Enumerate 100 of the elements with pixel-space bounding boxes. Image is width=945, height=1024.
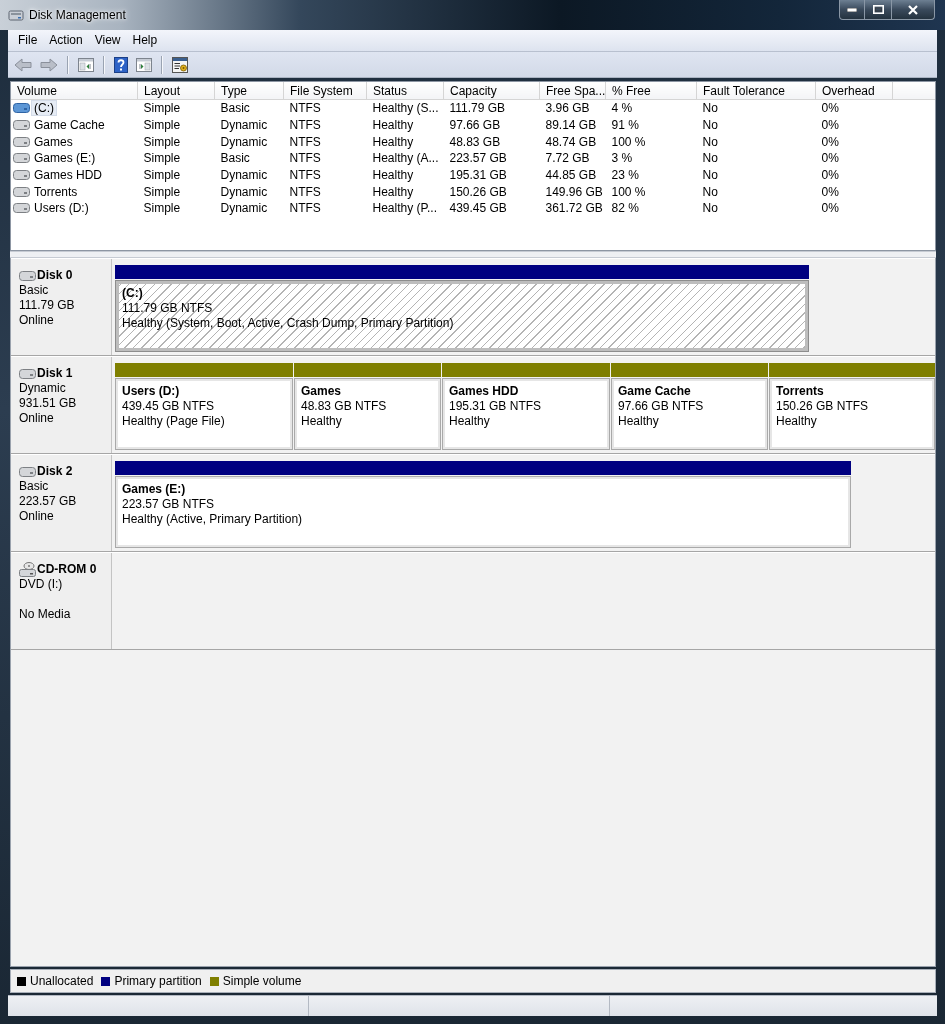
table-cell-text: NTFS <box>288 117 322 134</box>
table-cell-text: Simple <box>142 167 182 184</box>
cd-drive-icon <box>19 562 36 577</box>
column-header[interactable]: Fault Tolerance <box>696 82 816 100</box>
table-cell: Healthy (S... <box>366 99 444 117</box>
partition-size: 48.83 GB NTFS <box>301 399 388 414</box>
partition-box[interactable]: Users (D:) 439.45 GB NTFS Healthy (Page File) <box>115 378 293 450</box>
table-cell-text: 91 % <box>610 117 640 134</box>
panel-icon[interactable] <box>136 57 152 72</box>
menu-item[interactable]: File <box>12 31 44 50</box>
partition-size: 111.79 GB NTFS <box>122 301 214 316</box>
minimize-button[interactable] <box>839 0 865 20</box>
legend-label: Unallocated <box>30 974 94 988</box>
column-header[interactable]: Layout <box>137 82 215 100</box>
drive-icon <box>19 368 36 379</box>
disk-size: 223.57 GB <box>19 494 78 509</box>
table-cell-text: Simple <box>142 150 182 167</box>
menu-item[interactable]: View <box>88 31 127 50</box>
table-cell-text: Dynamic <box>219 167 269 184</box>
table-cell-text: NTFS <box>288 200 322 217</box>
table-cell: 3.96 GB <box>539 99 606 117</box>
panel-icon[interactable] <box>78 57 94 72</box>
drive-icon <box>13 136 30 147</box>
partition-name: Games <box>301 384 343 399</box>
table-cell[interactable]: Torrents <box>31 183 81 200</box>
table-cell: Simple <box>137 99 215 117</box>
help-icon[interactable] <box>114 56 128 73</box>
partition-box[interactable]: Games 48.83 GB NTFS Healthy <box>294 378 441 450</box>
table-cell-text: 150.26 GB <box>448 183 508 201</box>
table-cell-text: 100 % <box>610 133 647 151</box>
column-header[interactable]: Capacity <box>443 82 540 100</box>
column-header[interactable]: Status <box>366 82 444 100</box>
table-cell-text: No <box>701 183 719 201</box>
table-cell-text: 89.14 GB <box>544 117 598 134</box>
table-cell: 111.79 GB <box>443 99 540 117</box>
column-header[interactable]: Overhead <box>815 82 893 100</box>
disk-name: Disk 1 <box>37 366 73 381</box>
partition-status: Healthy (Active, Primary Partition) <box>122 512 304 527</box>
table-cell: NTFS <box>283 99 367 117</box>
table-cell-text: 223.57 GB <box>448 150 508 167</box>
table-cell-text: NTFS <box>288 133 322 151</box>
maximize-button[interactable] <box>865 0 892 20</box>
legend-label: Simple volume <box>222 974 302 988</box>
table-cell-text: 0% <box>820 117 840 134</box>
drive-icon <box>19 466 36 477</box>
partition-box[interactable]: Torrents 150.26 GB NTFS Healthy <box>769 378 935 450</box>
table-cell-text: 361.72 GB <box>544 200 604 217</box>
table-cell-text: Simple <box>142 200 182 217</box>
table-cell-text: 23 % <box>610 167 640 184</box>
column-header[interactable]: Volume <box>11 82 138 100</box>
disk-type: Basic <box>19 479 50 494</box>
partition-name: Users (D:) <box>122 384 181 399</box>
partition-status: Healthy (System, Boot, Active, Crash Dump, Primary Partition) <box>122 316 455 331</box>
table-cell-text: No <box>701 200 719 217</box>
partition-box[interactable]: Games (E:) 223.57 GB NTFS Healthy (Active, Primary Partition) <box>115 476 851 548</box>
table-cell-text: NTFS <box>288 183 322 201</box>
partition-box[interactable]: Game Cache 97.66 GB NTFS Healthy <box>611 378 768 450</box>
table-cell[interactable]: Game Cache <box>31 117 108 134</box>
table-cell[interactable]: Games (E:) <box>31 150 99 167</box>
column-header[interactable]: File System <box>283 82 367 100</box>
table-cell-text: 149.96 GB <box>544 183 604 201</box>
table-cell-text: Dynamic <box>219 183 269 201</box>
table-cell-text: Healthy (P... <box>371 200 438 217</box>
table-cell: No <box>696 99 816 117</box>
drive-icon <box>8 7 24 23</box>
table-cell: 0% <box>815 99 893 117</box>
partition-status: Healthy <box>618 414 660 429</box>
disk-name: Disk 0 <box>37 268 73 283</box>
menu-item[interactable]: Help <box>126 31 164 50</box>
table-cell-text: 7.72 GB <box>544 150 591 167</box>
table-cell-text: 44.85 GB <box>544 167 598 184</box>
table-cell-text: 0% <box>820 150 840 167</box>
drive-icon <box>13 170 30 181</box>
menu-item[interactable]: Action <box>43 31 89 50</box>
table-cell-text: No <box>701 150 719 167</box>
minimize-icon <box>847 7 857 12</box>
maximize-icon <box>872 5 884 14</box>
table-cell[interactable]: Games <box>31 133 76 150</box>
drive-icon <box>13 153 30 164</box>
disk-type: Basic <box>19 283 50 298</box>
table-cell-text: Dynamic <box>219 133 269 151</box>
partition-size: 223.57 GB NTFS <box>122 497 216 512</box>
partition-status: Healthy <box>449 414 491 429</box>
table-cell[interactable]: (C:) <box>31 100 57 117</box>
close-button[interactable] <box>892 0 935 20</box>
disk-status: Online <box>19 313 55 328</box>
partition-box[interactable]: Games HDD 195.31 GB NTFS Healthy <box>442 378 610 450</box>
table-cell-text: 100 % <box>610 183 647 201</box>
column-header[interactable]: % Free <box>605 82 697 100</box>
column-header[interactable]: Type <box>214 82 284 100</box>
table-cell-text: Dynamic <box>219 200 269 217</box>
column-header[interactable]: Free Spa... <box>539 82 606 100</box>
disk-status: No Media <box>19 607 72 622</box>
table-cell[interactable]: Games HDD <box>31 167 105 184</box>
partition-status: Healthy <box>776 414 818 429</box>
table-cell-text: 0% <box>820 183 840 201</box>
table-cell[interactable]: Users (D:) <box>31 200 92 217</box>
partition-box[interactable]: (C:) 111.79 GB NTFS Healthy (System, Boot, Active, Crash Dump, Primary Partition) <box>115 280 809 352</box>
close-icon <box>908 4 918 15</box>
window-gear-icon[interactable] <box>172 56 188 73</box>
